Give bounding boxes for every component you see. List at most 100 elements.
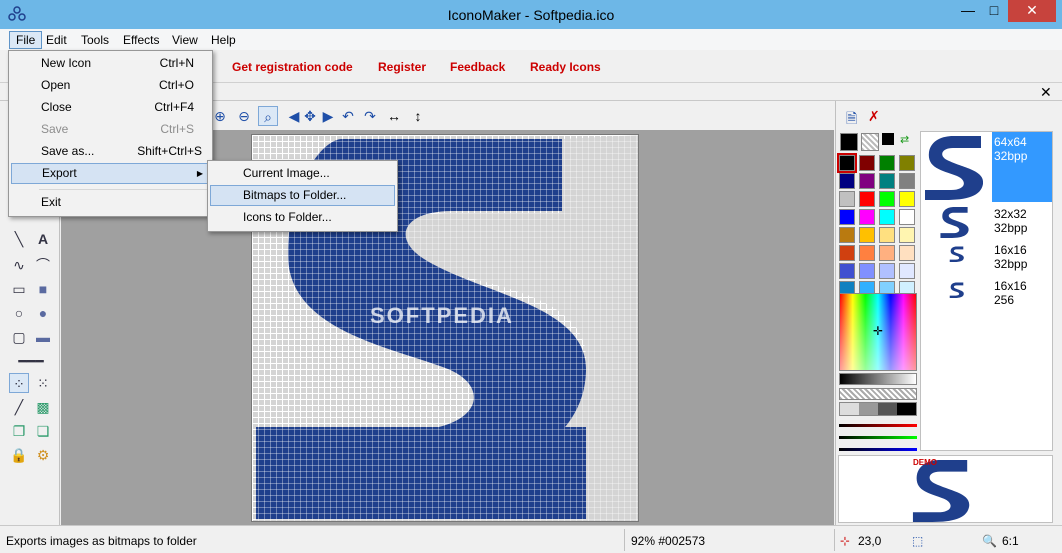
secondary-color-swatch[interactable]: [882, 133, 894, 145]
zoom-level: 6:1: [1002, 534, 1019, 548]
status-separator: [624, 529, 625, 551]
line-tool-icon[interactable]: ╲: [9, 229, 29, 249]
transparent-color-swatch[interactable]: [861, 133, 879, 151]
palette-swatch[interactable]: [839, 263, 855, 279]
spray-pattern-icon[interactable]: ⁙: [33, 373, 53, 393]
get-registration-code-link[interactable]: Get registration code: [232, 60, 353, 74]
text-tool-icon[interactable]: A: [33, 229, 53, 249]
file-menu: New Icon Ctrl+N Open Ctrl+O Close Ctrl+F4 S…: [8, 50, 213, 217]
document-close-icon[interactable]: ✕: [1040, 84, 1052, 101]
rectangle-tool-icon[interactable]: ▭: [9, 279, 29, 299]
palette-swatch[interactable]: [859, 209, 875, 225]
feedback-link[interactable]: Feedback: [450, 60, 505, 74]
palette-swatch[interactable]: [879, 245, 895, 261]
palette-swatch[interactable]: [859, 245, 875, 261]
red-channel-slider[interactable]: [839, 424, 917, 427]
arc-tool-icon[interactable]: ⌒: [33, 255, 53, 275]
brush-icon[interactable]: ╱: [9, 397, 29, 417]
delete-image-icon[interactable]: ✗: [868, 108, 880, 125]
green-channel-slider[interactable]: [839, 436, 917, 439]
rounded-rect-tool-icon[interactable]: ▢: [9, 327, 29, 347]
menu-bar: File Edit Tools Effects View Help: [0, 29, 1062, 50]
size-item-16-256[interactable]: 16x16 256: [921, 276, 1052, 346]
palette-swatch[interactable]: [879, 209, 895, 225]
menu-edit[interactable]: Edit: [40, 31, 73, 49]
brightness-slider[interactable]: [839, 373, 917, 385]
menu-item-save-as[interactable]: Save as... Shift+Ctrl+S: [11, 141, 210, 162]
flip-horizontal-icon[interactable]: ↔: [384, 106, 404, 126]
menu-item-export[interactable]: Export ▶: [11, 163, 210, 184]
menu-item-open[interactable]: Open Ctrl+O: [11, 75, 210, 96]
palette-swatch[interactable]: [859, 155, 875, 171]
palette-swatch[interactable]: [839, 191, 855, 207]
new-image-icon[interactable]: 🗎: [846, 108, 857, 132]
menu-tools[interactable]: Tools: [75, 31, 115, 49]
alpha-slider[interactable]: [839, 388, 917, 400]
palette-swatch[interactable]: [899, 227, 915, 243]
filled-rectangle-tool-icon[interactable]: ■: [33, 279, 53, 299]
palette-swatch[interactable]: [837, 153, 857, 173]
palette-swatch[interactable]: [899, 263, 915, 279]
ellipse-tool-icon[interactable]: ○: [9, 303, 29, 323]
move-all-icon[interactable]: ✥: [300, 106, 320, 126]
ready-icons-link[interactable]: Ready Icons: [530, 60, 601, 74]
filled-ellipse-tool-icon[interactable]: ●: [33, 303, 53, 323]
primary-color-swatch[interactable]: [840, 133, 858, 151]
line-width-selector[interactable]: ━━━: [8, 351, 54, 371]
palette-swatch[interactable]: [839, 227, 855, 243]
curve-tool-icon[interactable]: ∿: [9, 255, 29, 275]
palette-swatch[interactable]: [879, 227, 895, 243]
menu-item-new-icon[interactable]: New Icon Ctrl+N: [11, 53, 210, 74]
zoom-in-icon[interactable]: ⊕: [210, 106, 230, 126]
register-link[interactable]: Register: [378, 60, 426, 74]
palette-swatch[interactable]: [859, 173, 875, 189]
rotate-left-icon[interactable]: ↶: [338, 106, 358, 126]
menu-item-close[interactable]: Close Ctrl+F4: [11, 97, 210, 118]
move-right-icon[interactable]: ▶: [318, 106, 338, 126]
menu-item-current-image[interactable]: Current Image...: [210, 163, 395, 184]
zoom-out-icon[interactable]: ⊖: [234, 106, 254, 126]
filled-rounded-rect-tool-icon[interactable]: ▬: [33, 327, 53, 347]
palette-swatch[interactable]: [899, 173, 915, 189]
palette-swatch[interactable]: [879, 191, 895, 207]
palette-swatch[interactable]: [839, 173, 855, 189]
layer-copy-icon[interactable]: ❏: [33, 421, 53, 441]
minimize-button[interactable]: —: [955, 0, 981, 22]
palette-swatch[interactable]: [839, 209, 855, 225]
menu-item-bitmaps-to-folder[interactable]: Bitmaps to Folder...: [210, 185, 395, 206]
lock-icon[interactable]: 🔒: [9, 445, 29, 465]
menu-file[interactable]: File: [9, 31, 43, 49]
rotate-right-icon[interactable]: ↷: [360, 106, 380, 126]
palette-swatch[interactable]: [899, 245, 915, 261]
gray-presets[interactable]: [839, 402, 917, 416]
palette-swatch[interactable]: [859, 191, 875, 207]
demo-label: DEMO: [913, 458, 937, 467]
palette-swatch[interactable]: [879, 173, 895, 189]
menu-item-icons-to-folder[interactable]: Icons to Folder...: [210, 207, 395, 228]
swap-colors-icon[interactable]: ⇄: [900, 133, 909, 146]
palette-lock-icon[interactable]: ⚙: [33, 445, 53, 465]
size-item-64[interactable]: 64x64 32bpp: [921, 132, 1052, 202]
zoom-fit-icon[interactable]: ⌕: [258, 106, 278, 126]
gradient-icon[interactable]: ▩: [33, 397, 53, 417]
menu-help[interactable]: Help: [205, 31, 242, 49]
menu-effects[interactable]: Effects: [117, 31, 165, 49]
menu-item-exit[interactable]: Exit: [11, 192, 210, 213]
export-submenu: Current Image... Bitmaps to Folder... Ic…: [207, 160, 398, 232]
palette-swatch[interactable]: [859, 227, 875, 243]
menu-view[interactable]: View: [166, 31, 204, 49]
palette-swatch[interactable]: [899, 209, 915, 225]
maximize-button[interactable]: □: [981, 0, 1007, 22]
palette-swatch[interactable]: [899, 155, 915, 171]
grid-pattern-icon[interactable]: ⁘: [9, 373, 29, 393]
layer-icon[interactable]: ❐: [9, 421, 29, 441]
flip-vertical-icon[interactable]: ↕: [408, 106, 428, 126]
close-button[interactable]: ✕: [1008, 0, 1056, 22]
palette-swatch[interactable]: [899, 191, 915, 207]
palette-swatch[interactable]: [879, 263, 895, 279]
size-thumbnail-16-256: [949, 282, 964, 298]
palette-swatch[interactable]: [839, 245, 855, 261]
palette-swatch[interactable]: [859, 263, 875, 279]
blue-channel-slider[interactable]: [839, 448, 917, 451]
palette-swatch[interactable]: [879, 155, 895, 171]
